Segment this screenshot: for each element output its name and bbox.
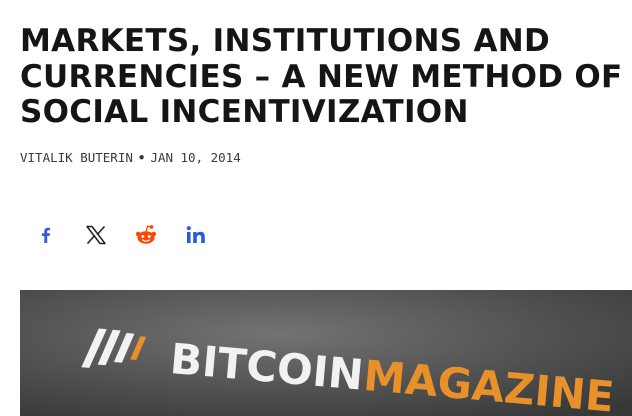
article-byline: VITALIK BUTERIN • JAN 10, 2014 [20, 150, 241, 165]
linkedin-icon [186, 226, 205, 243]
x-icon [86, 225, 106, 245]
article-title: MARKETS, INSTITUTIONS AND CURRENCIES – A… [20, 23, 623, 130]
share-bar [28, 218, 214, 252]
publish-date: JAN 10, 2014 [150, 150, 241, 165]
reddit-icon [135, 225, 157, 244]
author-name[interactable]: VITALIK BUTERIN [20, 150, 133, 165]
share-reddit-button[interactable] [128, 218, 164, 252]
facebook-icon [41, 227, 51, 243]
share-facebook-button[interactable] [28, 218, 64, 252]
share-linkedin-button[interactable] [178, 218, 214, 252]
share-x-button[interactable] [78, 218, 114, 252]
hero-image: BITCOIN MAGAZINE [20, 290, 632, 416]
byline-separator: • [137, 150, 146, 165]
